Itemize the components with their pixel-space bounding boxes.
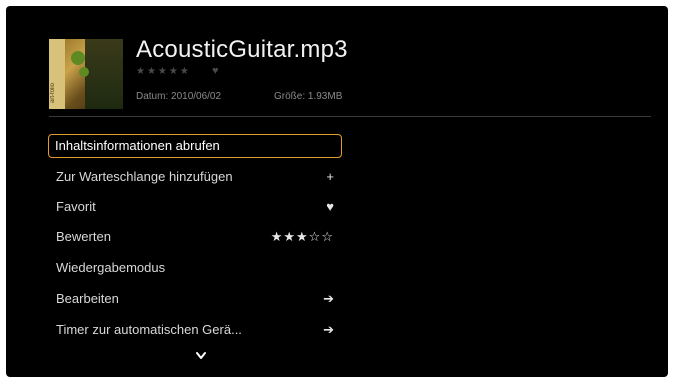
album-art-leaf: [71, 51, 85, 65]
menu-item-add-to-queue[interactable]: Zur Warteschlange hinzufügen +: [48, 165, 342, 189]
menu-item-auto-off-timer[interactable]: Timer zur automatischen Gerä... ➔: [48, 318, 342, 342]
chevron-down-icon[interactable]: [196, 351, 206, 361]
menu-item-rate[interactable]: Bewerten ★★★☆☆: [48, 225, 342, 249]
menu-item-label: Bewerten: [56, 229, 111, 244]
menu-item-label: Bearbeiten: [56, 291, 119, 306]
plus-icon: +: [326, 169, 334, 184]
file-rating: ★★★★★ ♥: [136, 65, 219, 77]
arrow-right-icon: ➔: [323, 291, 334, 306]
rating-stars-icon: ★★★★★: [136, 66, 191, 77]
menu-item-playback-mode[interactable]: Wiedergabemodus: [48, 256, 342, 280]
album-art-leaf: [79, 67, 89, 77]
heart-icon: ♥: [326, 199, 334, 214]
file-date: Datum: 2010/06/02: [136, 91, 222, 102]
album-art-panel: [85, 39, 123, 109]
menu-item-label: Timer zur automatischen Gerä...: [56, 322, 242, 337]
menu-item-edit[interactable]: Bearbeiten ➔: [48, 287, 342, 311]
stars-icon: ★★★☆☆: [270, 229, 334, 244]
header-divider: [49, 116, 651, 117]
album-art-thumbnail: art-folio: [49, 39, 123, 109]
file-size: Größe: 1.93MB: [274, 91, 343, 102]
menu-item-get-info[interactable]: Inhaltsinformationen abrufen: [48, 134, 342, 158]
media-context-screen: art-folio AcousticGuitar.mp3 ★★★★★ ♥ Dat…: [6, 6, 668, 377]
menu-item-favorite[interactable]: Favorit ♥: [48, 195, 342, 219]
menu-item-label: Zur Warteschlange hinzufügen: [56, 169, 233, 184]
arrow-right-icon: ➔: [323, 322, 334, 337]
album-art-label: art-folio: [50, 83, 56, 104]
file-title: AcousticGuitar.mp3: [136, 36, 348, 63]
favorite-heart-icon: ♥: [212, 65, 219, 77]
menu-item-label: Inhaltsinformationen abrufen: [55, 138, 220, 153]
menu-item-label: Favorit: [56, 199, 96, 214]
menu-item-label: Wiedergabemodus: [56, 260, 166, 275]
